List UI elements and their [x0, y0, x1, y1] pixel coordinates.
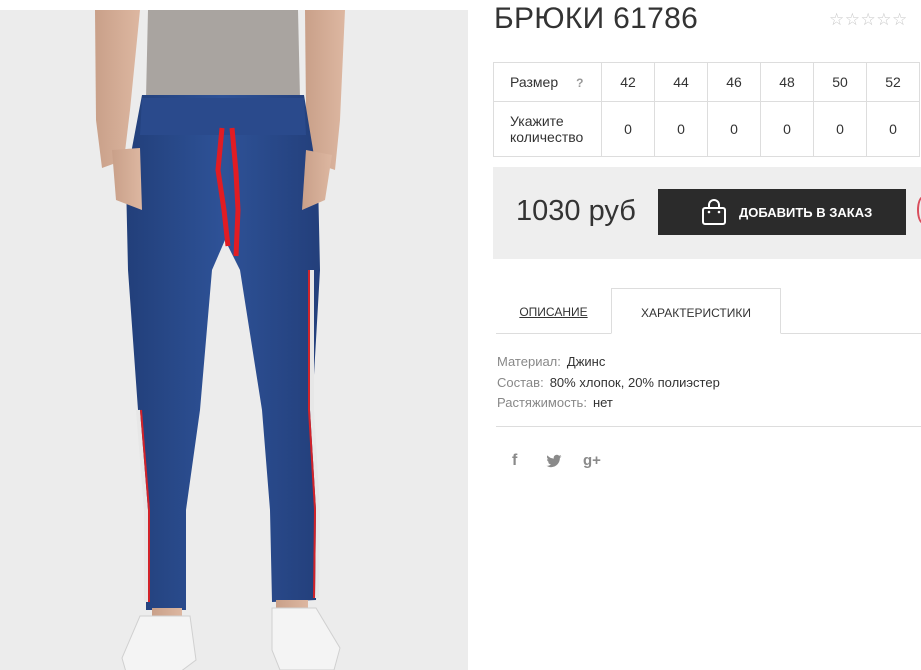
google-plus-icon[interactable]: g+	[583, 452, 601, 469]
size-label-cell: Размер?	[493, 62, 602, 102]
tab-description[interactable]: ОПИСАНИЕ	[496, 288, 611, 333]
size-row: Размер? 42 44 46 48 50 52	[493, 62, 920, 102]
quantity-input[interactable]: 0	[654, 101, 708, 157]
tab-characteristics[interactable]: ХАРАКТЕРИСТИКИ	[611, 288, 781, 334]
quantity-label-line1: Укажите	[510, 113, 564, 129]
product-image	[95, 10, 345, 670]
shopping-bag-icon	[702, 199, 726, 225]
buy-panel: 1030 руб ДОБАВИТЬ В ЗАКАЗ	[493, 167, 921, 259]
spec-row: Состав: 80% хлопок, 20% полиэстер	[497, 373, 720, 394]
divider	[496, 426, 921, 427]
quantity-input[interactable]: 0	[707, 101, 761, 157]
quantity-input[interactable]: 0	[601, 101, 655, 157]
star-icon[interactable]: ☆	[845, 10, 861, 29]
quantity-label-line2: количество	[510, 129, 584, 145]
size-value: 42	[601, 62, 655, 102]
characteristics-list: Материал: Джинс Состав: 80% хлопок, 20% по…	[497, 352, 720, 414]
star-icon[interactable]: ☆	[861, 10, 877, 29]
spec-key: Растяжимость:	[497, 395, 587, 410]
spec-row: Растяжимость: нет	[497, 393, 720, 414]
size-table: Размер? 42 44 46 48 50 52 Укажите количес…	[493, 62, 920, 157]
spec-value: 80% хлопок, 20% полиэстер	[549, 374, 720, 390]
size-value: 44	[654, 62, 708, 102]
product-tabs: ОПИСАНИЕ ХАРАКТЕРИСТИКИ	[496, 288, 921, 334]
size-value: 52	[866, 62, 920, 102]
facebook-icon[interactable]: f	[512, 452, 517, 470]
size-label: Размер	[510, 74, 559, 90]
star-icon[interactable]: ☆	[892, 10, 908, 29]
price: 1030 руб	[516, 195, 636, 227]
spec-key: Материал:	[497, 354, 561, 369]
product-photo[interactable]	[0, 10, 468, 670]
size-value: 50	[813, 62, 867, 102]
add-to-order-label: ДОБАВИТЬ В ЗАКАЗ	[739, 205, 873, 220]
spec-value: Джинс	[566, 354, 606, 369]
quantity-label-cell: Укажите количество	[493, 101, 602, 157]
size-value: 46	[707, 62, 761, 102]
add-to-order-button[interactable]: ДОБАВИТЬ В ЗАКАЗ	[658, 189, 906, 235]
quantity-input[interactable]: 0	[760, 101, 814, 157]
help-icon[interactable]: ?	[576, 76, 583, 90]
spec-key: Состав:	[497, 374, 544, 390]
quantity-row: Укажите количество 0 0 0 0 0 0	[493, 101, 920, 157]
product-title: БРЮКИ 61786	[494, 2, 699, 35]
size-value: 48	[760, 62, 814, 102]
quantity-input[interactable]: 0	[813, 101, 867, 157]
spec-value: нет	[592, 395, 613, 410]
twitter-icon[interactable]	[546, 454, 562, 468]
spec-row: Материал: Джинс	[497, 352, 720, 373]
star-icon[interactable]: ☆	[829, 10, 845, 29]
quantity-input[interactable]: 0	[866, 101, 920, 157]
rating-stars[interactable]: ☆☆☆☆☆	[829, 10, 908, 30]
star-icon[interactable]: ☆	[876, 10, 892, 29]
